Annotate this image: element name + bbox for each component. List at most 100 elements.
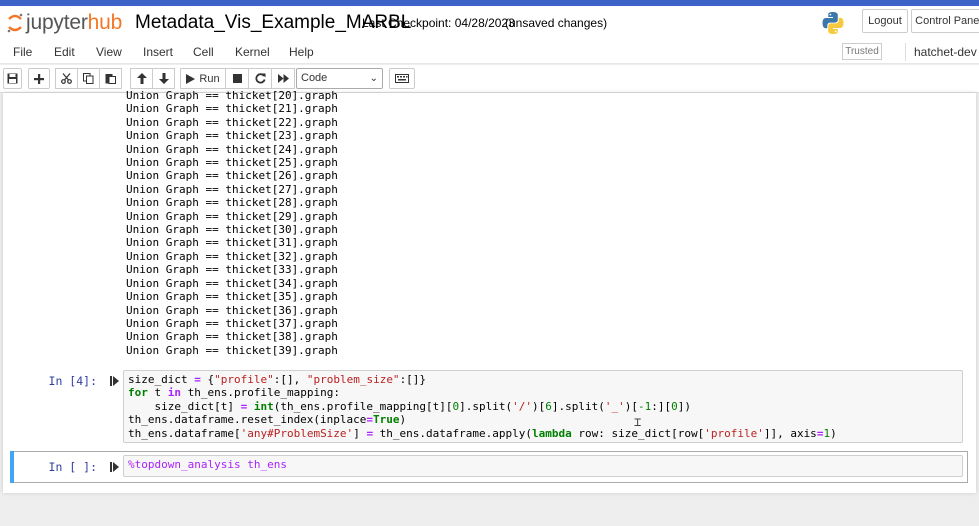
- output-line: Union Graph == thicket[21].graph: [126, 102, 338, 116]
- command-palette-button[interactable]: [389, 68, 415, 89]
- menu-edit[interactable]: Edit: [54, 45, 75, 59]
- code-token: )[: [532, 399, 546, 413]
- logout-button[interactable]: Logout: [862, 9, 908, 33]
- code-token: ]: [353, 426, 367, 440]
- fast-forward-icon: [277, 74, 289, 83]
- output-line: Union Graph == thicket[29].graph: [126, 209, 338, 223]
- play-icon: [186, 73, 196, 84]
- code-token: %topdown_analysis th_ens: [128, 458, 287, 471]
- code-token: 6: [545, 399, 552, 413]
- trusted-indicator[interactable]: Trusted: [842, 43, 882, 60]
- cell-type-value: Code: [301, 72, 328, 84]
- keyboard-icon: [395, 74, 409, 83]
- python-logo-icon: [822, 12, 844, 34]
- clipboard-icon: [105, 74, 116, 84]
- code-token: th_ens.dataframe.apply(: [373, 426, 533, 440]
- menu-cell[interactable]: Cell: [193, 45, 214, 59]
- code-token: lambda: [532, 426, 572, 440]
- code-token: 'profile': [704, 426, 764, 440]
- code-token: t: [147, 386, 168, 400]
- output-line: Union Graph == thicket[20].graph: [126, 89, 338, 102]
- plus-icon: [34, 73, 44, 84]
- copy-button[interactable]: [77, 68, 100, 89]
- output-line: Union Graph == thicket[27].graph: [126, 182, 338, 196]
- menu-help[interactable]: Help: [289, 45, 314, 59]
- code-cell-input[interactable]: size_dict = {"profile":[], "problem_size…: [123, 370, 963, 443]
- insert-cell-button[interactable]: [28, 68, 50, 89]
- interrupt-button[interactable]: [225, 68, 249, 89]
- notebook-container: Union Graph == thicket[20].graph Union Gr…: [3, 89, 976, 493]
- save-button[interactable]: [3, 68, 22, 89]
- code-token: -1: [638, 399, 652, 413]
- code-token: True: [373, 413, 400, 427]
- output-line: Union Graph == thicket[28].graph: [126, 196, 338, 210]
- output-line: Union Graph == thicket[35].graph: [126, 290, 338, 304]
- output-line: Union Graph == thicket[25].graph: [126, 156, 338, 170]
- output-line: Union Graph == thicket[30].graph: [126, 223, 338, 237]
- edit-button-group: [55, 68, 122, 89]
- code-token: "problem_size": [306, 373, 400, 386]
- output-line: Union Graph == thicket[26].graph: [126, 169, 338, 183]
- menu-bar: File Edit View Insert Cell Kernel Help T…: [0, 40, 979, 64]
- output-line: Union Graph == thicket[22].graph: [126, 115, 338, 129]
- restart-button[interactable]: [248, 68, 272, 89]
- code-token: ].split(: [551, 399, 605, 413]
- paste-button[interactable]: [99, 68, 122, 89]
- code-line: size_dict = {"profile":[], "problem_size…: [128, 373, 958, 386]
- code-token: ): [399, 413, 407, 427]
- menu-kernel[interactable]: Kernel: [235, 45, 270, 59]
- code-token: in: [167, 386, 181, 400]
- code-token: 'any#ProblemSize': [240, 426, 354, 440]
- code-token: th_ens.dataframe[: [128, 426, 241, 440]
- cell-type-select[interactable]: Code ⌄: [296, 68, 383, 89]
- code-cell-input[interactable]: %topdown_analysis th_ens: [123, 455, 963, 477]
- code-line: size_dict[t] = int(th_ens.profile_mappin…: [128, 400, 958, 413]
- copy-icon: [83, 73, 94, 84]
- output-line: Union Graph == thicket[23].graph: [126, 129, 338, 143]
- run-button-group: Run: [180, 68, 295, 89]
- code-token: {: [200, 373, 215, 386]
- code-token: =: [194, 373, 201, 386]
- control-panel-button[interactable]: Control Panel: [911, 9, 979, 33]
- output-line: Union Graph == thicket[39].graph: [126, 343, 338, 357]
- run-cell-icon[interactable]: [110, 461, 120, 473]
- code-token: th_ens.profile_mapping:: [181, 386, 340, 400]
- cell-prompt: In [ ]:: [48, 460, 97, 474]
- code-token: for: [128, 386, 148, 400]
- code-line: th_ens.dataframe.reset_index(inplace=Tru…: [128, 413, 958, 426]
- save-status: (unsaved changes): [505, 16, 608, 30]
- menu-file[interactable]: File: [13, 45, 32, 59]
- logo-text: jupyterhub: [26, 11, 123, 34]
- output-line: Union Graph == thicket[33].graph: [126, 263, 338, 277]
- code-token: size_dict: [128, 373, 195, 386]
- menu-insert[interactable]: Insert: [143, 45, 173, 59]
- code-line: th_ens.dataframe['any#ProblemSize'] = th…: [128, 427, 958, 440]
- arrow-down-icon: [158, 73, 169, 84]
- menu-view[interactable]: View: [96, 45, 122, 59]
- code-token: ]], axis: [763, 426, 817, 440]
- move-up-button[interactable]: [130, 68, 153, 89]
- code-token: :][: [651, 399, 672, 413]
- code-token: '/': [512, 399, 533, 413]
- text-cursor-icon: ⌶: [634, 415, 642, 429]
- jupyterhub-logo[interactable]: jupyterhub: [6, 11, 122, 35]
- cut-button[interactable]: [55, 68, 78, 89]
- chevron-down-icon: ⌄: [369, 73, 378, 84]
- code-token: '_': [604, 399, 625, 413]
- code-line: for t in th_ens.profile_mapping:: [128, 386, 958, 399]
- run-button[interactable]: Run: [180, 68, 226, 89]
- kernel-name[interactable]: hatchet-dev: [914, 45, 977, 59]
- output-line: Union Graph == thicket[31].graph: [126, 236, 338, 250]
- run-cell-icon[interactable]: [110, 375, 120, 387]
- code-token: "profile": [214, 373, 274, 386]
- jupyter-logo-icon: [7, 13, 23, 33]
- code-token: )[: [624, 399, 638, 413]
- restart-run-all-button[interactable]: [271, 68, 295, 89]
- move-down-button[interactable]: [152, 68, 175, 89]
- code-line: %topdown_analysis th_ens: [128, 458, 958, 471]
- code-token: (th_ens.profile_mapping[t][: [273, 399, 453, 413]
- header: jupyterhub Metadata_Vis_Example_MARBL La…: [0, 6, 979, 40]
- code-token: ].split(: [459, 399, 513, 413]
- notebook-area: Union Graph == thicket[20].graph Union Gr…: [0, 89, 979, 526]
- last-checkpoint: Last Checkpoint: 04/28/2023: [362, 16, 515, 30]
